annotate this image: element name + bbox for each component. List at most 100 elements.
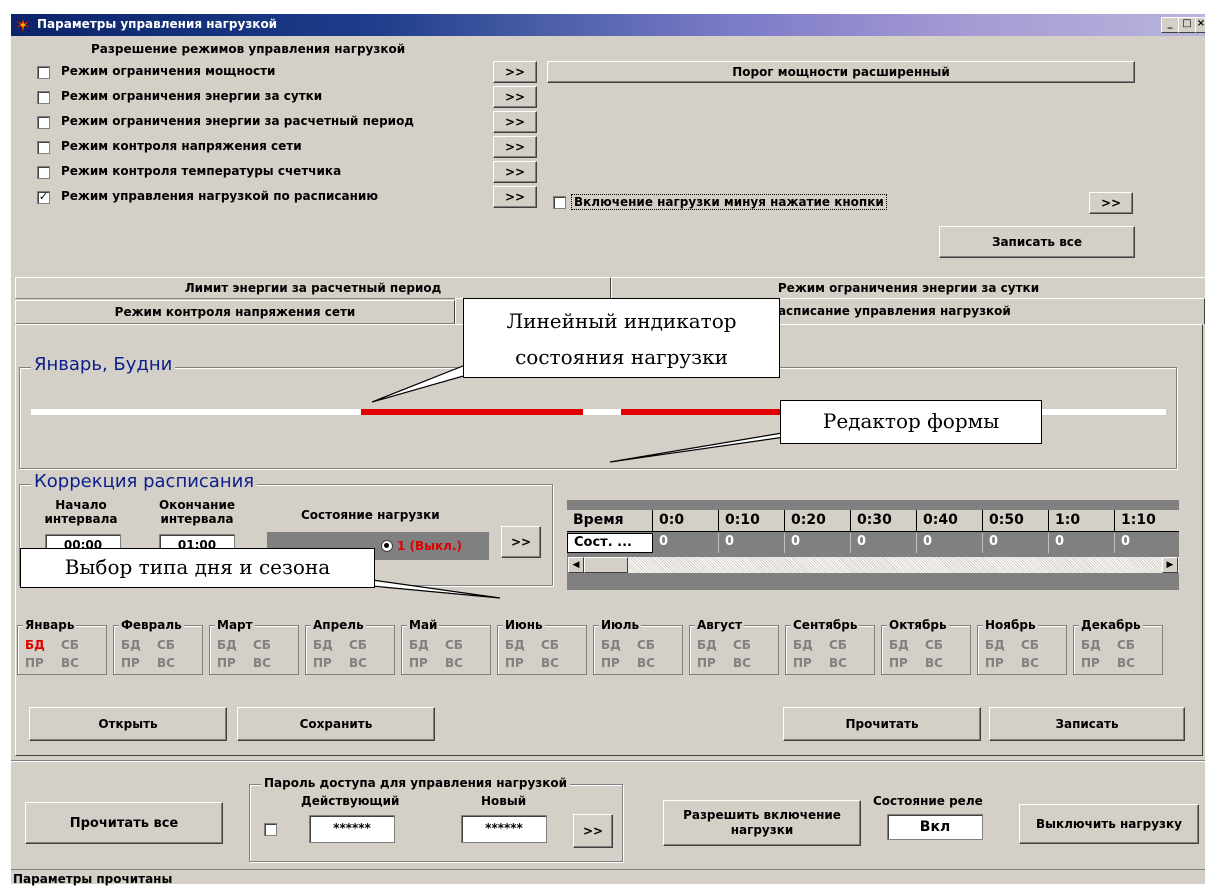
- month-group: Май БД СБ ПР ВС: [401, 618, 493, 675]
- day-type-pr[interactable]: ПР: [793, 656, 812, 670]
- day-type-sb[interactable]: СБ: [733, 638, 751, 652]
- mode-label: Режим контроля напряжения сети: [61, 139, 302, 153]
- day-type-bd[interactable]: БД: [985, 638, 1005, 652]
- maximize-icon[interactable]: □: [1178, 17, 1196, 33]
- password-checkbox[interactable]: [264, 823, 277, 836]
- grid-scrollbar[interactable]: ◀ ▶: [567, 556, 1179, 574]
- day-type-bd[interactable]: БД: [601, 638, 621, 652]
- day-type-bd[interactable]: БД: [505, 638, 525, 652]
- day-type-pr[interactable]: ПР: [25, 656, 44, 670]
- day-type-pr[interactable]: ПР: [889, 656, 908, 670]
- day-type-vs[interactable]: ВС: [733, 656, 751, 670]
- day-type-pr[interactable]: ПР: [1081, 656, 1100, 670]
- day-type-bd[interactable]: БД: [793, 638, 813, 652]
- day-type-sb[interactable]: СБ: [1021, 638, 1039, 652]
- day-type-pr[interactable]: ПР: [697, 656, 716, 670]
- day-type-pr[interactable]: ПР: [313, 656, 332, 670]
- allow-load-button[interactable]: Разрешить включение нагрузки: [663, 800, 861, 846]
- mode-checkbox[interactable]: [37, 116, 50, 129]
- day-type-vs[interactable]: ВС: [253, 656, 271, 670]
- grid-cell[interactable]: 0: [983, 533, 1049, 553]
- grid-cell[interactable]: 0: [653, 533, 719, 553]
- day-type-vs[interactable]: ВС: [445, 656, 463, 670]
- day-type-bd[interactable]: БД: [25, 638, 45, 652]
- scroll-left-icon[interactable]: ◀: [568, 557, 584, 573]
- day-type-pr[interactable]: ПР: [985, 656, 1004, 670]
- mode-checkbox[interactable]: [37, 91, 50, 104]
- day-type-vs[interactable]: ВС: [1021, 656, 1039, 670]
- day-type-pr[interactable]: ПР: [505, 656, 524, 670]
- day-type-bd[interactable]: БД: [409, 638, 429, 652]
- scroll-right-icon[interactable]: ▶: [1162, 557, 1178, 573]
- day-type-bd[interactable]: БД: [121, 638, 141, 652]
- day-type-bd[interactable]: БД: [697, 638, 717, 652]
- bypass-checkbox[interactable]: [553, 196, 566, 209]
- write-button[interactable]: Записать: [989, 707, 1185, 741]
- day-type-bd[interactable]: БД: [217, 638, 237, 652]
- mode-checkbox[interactable]: ✓: [37, 191, 50, 204]
- day-type-vs[interactable]: ВС: [61, 656, 79, 670]
- day-type-sb[interactable]: СБ: [925, 638, 943, 652]
- grid-cell[interactable]: 0: [785, 533, 851, 553]
- mode-checkbox[interactable]: [37, 166, 50, 179]
- tab-energy-limit-period[interactable]: Лимит энергии за расчетный период: [15, 277, 611, 299]
- day-type-pr[interactable]: ПР: [217, 656, 236, 670]
- read-all-button[interactable]: Прочитать все: [25, 802, 223, 844]
- grid-cell[interactable]: 0: [917, 533, 983, 553]
- schedule-grid[interactable]: Время 0:0 0:10 0:20 0:30 0:40 0:50 1:0 1:10 Сост…: [567, 500, 1179, 590]
- day-type-bd[interactable]: БД: [313, 638, 333, 652]
- tab-energy-limit-day[interactable]: Режим ограничения энергии за сутки: [611, 277, 1205, 299]
- day-type-pr[interactable]: ПР: [601, 656, 620, 670]
- save-button[interactable]: Сохранить: [237, 707, 435, 741]
- new-password-input[interactable]: ******: [461, 815, 547, 843]
- current-password-input[interactable]: ******: [309, 815, 395, 843]
- day-type-sb[interactable]: СБ: [349, 638, 367, 652]
- day-type-sb[interactable]: СБ: [157, 638, 175, 652]
- bypass-more-button[interactable]: >>: [1089, 192, 1133, 214]
- mode-more-button[interactable]: >>: [493, 136, 537, 158]
- grid-cell[interactable]: 0: [1049, 533, 1115, 553]
- day-type-bd[interactable]: БД: [889, 638, 909, 652]
- day-type-sb[interactable]: СБ: [1117, 638, 1135, 652]
- day-type-vs[interactable]: ВС: [925, 656, 943, 670]
- day-type-sb[interactable]: СБ: [61, 638, 79, 652]
- grid-cell[interactable]: 0: [851, 533, 917, 553]
- write-all-button[interactable]: Записать все: [939, 226, 1135, 258]
- day-type-pr[interactable]: ПР: [409, 656, 428, 670]
- day-type-sb[interactable]: СБ: [445, 638, 463, 652]
- day-type-vs[interactable]: ВС: [157, 656, 175, 670]
- day-type-pr[interactable]: ПР: [121, 656, 140, 670]
- grid-cell[interactable]: 0: [1115, 533, 1179, 553]
- tab-voltage-control[interactable]: Режим контроля напряжения сети: [15, 300, 455, 324]
- day-type-sb[interactable]: СБ: [253, 638, 271, 652]
- day-type-vs[interactable]: ВС: [349, 656, 367, 670]
- day-type-bd[interactable]: БД: [1081, 638, 1101, 652]
- day-type-sb[interactable]: СБ: [637, 638, 655, 652]
- open-button[interactable]: Открыть: [29, 707, 227, 741]
- day-type-vs[interactable]: ВС: [829, 656, 847, 670]
- read-button[interactable]: Прочитать: [783, 707, 981, 741]
- scroll-thumb[interactable]: [584, 557, 628, 573]
- mode-more-button[interactable]: >>: [493, 61, 537, 83]
- day-type-sb[interactable]: СБ: [829, 638, 847, 652]
- mode-more-button[interactable]: >>: [493, 111, 537, 133]
- day-type-vs[interactable]: ВС: [1117, 656, 1135, 670]
- grid-cell[interactable]: 0: [719, 533, 785, 553]
- minimize-icon[interactable]: _: [1161, 17, 1179, 33]
- mode-more-button[interactable]: >>: [493, 161, 537, 183]
- mode-checkbox[interactable]: [37, 66, 50, 79]
- close-icon[interactable]: ×: [1195, 17, 1205, 33]
- app-logo-icon: [15, 18, 31, 33]
- mode-label: Режим управления нагрузкой по расписанию: [61, 189, 378, 203]
- apply-correction-button[interactable]: >>: [501, 526, 541, 558]
- turn-off-load-button[interactable]: Выключить нагрузку: [1019, 804, 1199, 844]
- apply-password-button[interactable]: >>: [573, 814, 613, 848]
- mode-more-button[interactable]: >>: [493, 86, 537, 108]
- mode-checkbox[interactable]: [37, 141, 50, 154]
- mode-more-button[interactable]: >>: [493, 186, 537, 208]
- power-threshold-button[interactable]: Порог мощности расширенный: [547, 61, 1135, 83]
- window-title: Параметры управления нагрузкой: [37, 17, 278, 31]
- day-type-sb[interactable]: СБ: [541, 638, 559, 652]
- day-type-vs[interactable]: ВС: [637, 656, 655, 670]
- day-type-vs[interactable]: ВС: [541, 656, 559, 670]
